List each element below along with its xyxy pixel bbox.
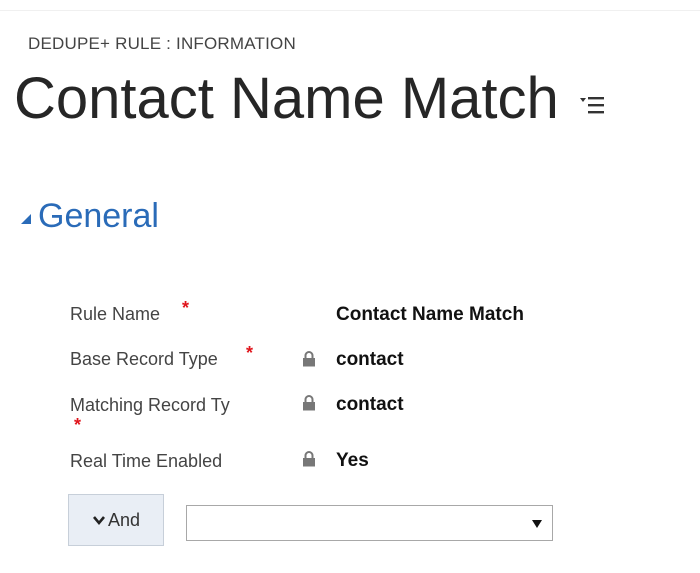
field-label-matching-record-type: Matching Record Ty * (70, 395, 230, 435)
collapse-triangle-icon (21, 214, 31, 224)
required-marker: * (74, 415, 82, 435)
lock-icon (303, 451, 315, 467)
and-operator-label: And (107, 509, 141, 530)
section-title: General (38, 197, 159, 235)
section-general-header[interactable]: General (20, 192, 159, 240)
dropdown-arrow-icon (532, 520, 542, 528)
field-label-text: Matching Record Ty (70, 395, 230, 415)
entity-label: DEDUPE+ RULE : INFORMATION (28, 34, 296, 53)
lock-icon (303, 395, 315, 411)
lock-icon (303, 351, 315, 367)
field-label-text: Real Time Enabled (70, 451, 223, 471)
field-label-rule-name: Rule Name * (70, 298, 189, 325)
field-value-real-time-enabled: Yes (336, 450, 369, 471)
field-value-matching-record-type: contact (336, 394, 404, 415)
field-label-text: Rule Name (70, 304, 161, 324)
title-row: Contact Name Match (14, 60, 605, 138)
required-marker: * (246, 343, 254, 363)
field-value-base-record-type: contact (336, 349, 404, 370)
and-operator-button[interactable]: And (68, 494, 164, 546)
top-divider (0, 10, 700, 11)
field-label-text: Base Record Type (70, 349, 218, 369)
condition-select[interactable] (186, 505, 553, 541)
chevron-down-icon (92, 516, 105, 526)
page-title: Contact Name Match (14, 66, 559, 131)
required-marker: * (182, 298, 190, 318)
list-menu-icon[interactable] (579, 94, 605, 116)
field-label-base-record-type: Base Record Type * (70, 343, 253, 370)
field-label-real-time-enabled: Real Time Enabled (70, 451, 222, 472)
field-value-rule-name[interactable]: Contact Name Match (336, 304, 524, 326)
